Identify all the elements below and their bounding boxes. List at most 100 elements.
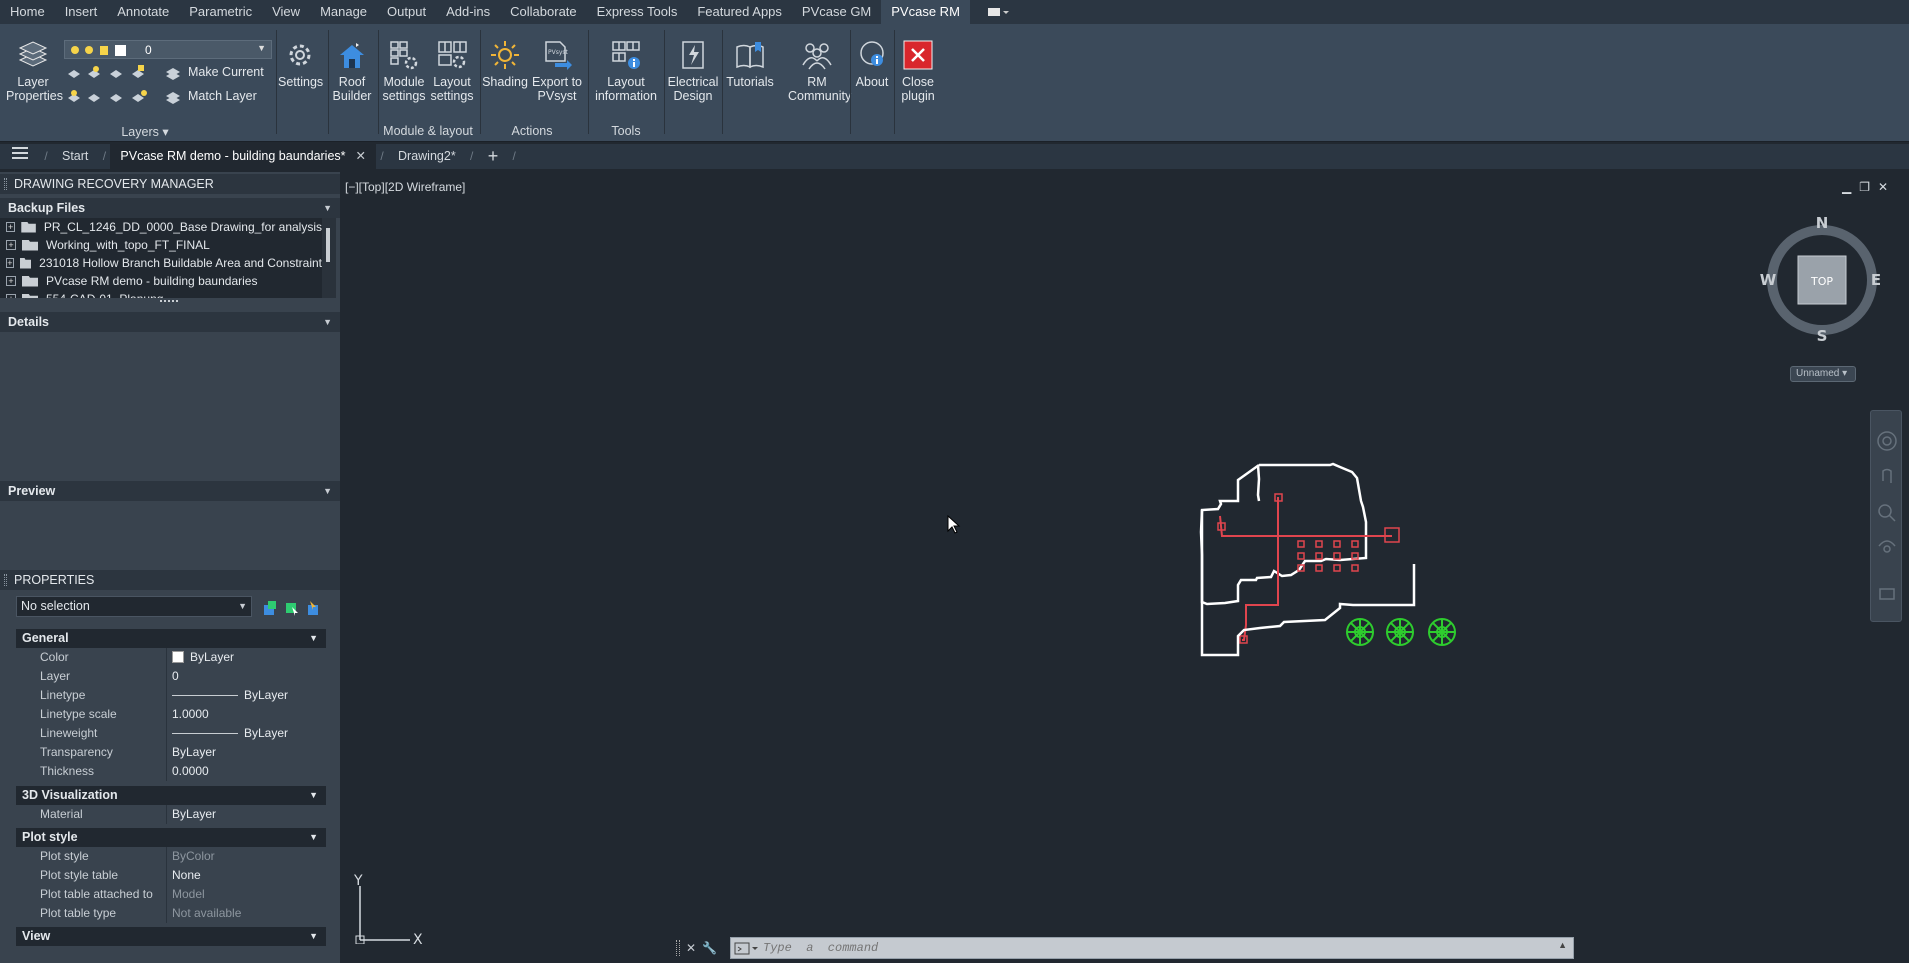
make-current-icon[interactable] bbox=[165, 64, 183, 80]
tree-item[interactable]: + PVcase RM demo - building baundaries bbox=[0, 272, 322, 290]
property-value[interactable]: Not available bbox=[168, 904, 326, 923]
minimize-icon[interactable]: ▁ bbox=[1842, 180, 1851, 194]
property-row[interactable]: Layer 0 bbox=[16, 667, 326, 686]
about-button[interactable]: About bbox=[852, 38, 892, 89]
layout-information-button[interactable]: Layout information bbox=[590, 38, 662, 103]
new-tab-plus-icon[interactable]: + bbox=[478, 144, 509, 169]
expand-icon[interactable]: + bbox=[6, 222, 16, 232]
tab-collaborate[interactable]: Collaborate bbox=[500, 0, 587, 24]
tab-parametric[interactable]: Parametric bbox=[179, 0, 262, 24]
chevron-up-icon[interactable]: ▲ bbox=[1558, 940, 1567, 950]
property-value[interactable]: Model bbox=[168, 885, 326, 904]
command-input[interactable] bbox=[763, 940, 1543, 956]
property-row[interactable]: Transparency ByLayer bbox=[16, 743, 326, 762]
expand-icon[interactable]: + bbox=[6, 258, 14, 268]
layout-settings-button[interactable]: Layout settings bbox=[428, 38, 476, 103]
viewcube[interactable]: TOP N S E W bbox=[1760, 210, 1880, 350]
backup-files-header[interactable]: Backup Files ▼ bbox=[0, 198, 340, 218]
details-header[interactable]: Details ▼ bbox=[0, 312, 340, 332]
settings-button[interactable]: Settings bbox=[278, 38, 323, 89]
property-row[interactable]: Plot style table None bbox=[16, 866, 326, 885]
property-row[interactable]: Thickness 0.0000 bbox=[16, 762, 326, 781]
tab-output[interactable]: Output bbox=[377, 0, 436, 24]
close-tab-icon[interactable]: ✕ bbox=[356, 149, 366, 163]
tree-item[interactable]: +554-CAD-01_Planung bbox=[0, 290, 322, 298]
tree-item[interactable]: + PR_CL_1246_DD_0000_Base Drawing_for ana… bbox=[0, 218, 322, 236]
shading-button[interactable]: Shading bbox=[482, 38, 528, 89]
close-icon[interactable]: ✕ bbox=[1878, 180, 1888, 194]
expand-icon[interactable]: + bbox=[6, 240, 16, 250]
navigation-tools[interactable] bbox=[1871, 411, 1903, 623]
property-row[interactable]: Plot table type Not available bbox=[16, 904, 326, 923]
layer-tool-icons-2[interactable] bbox=[66, 88, 160, 104]
layers-group-label[interactable]: Layers ▾ bbox=[100, 124, 190, 139]
electrical-design-button[interactable]: Electrical Design bbox=[666, 38, 720, 103]
splitter-grip[interactable] bbox=[160, 300, 178, 303]
property-row[interactable]: Plot style ByColor bbox=[16, 847, 326, 866]
layer-properties-button[interactable]: Layer Properties bbox=[6, 38, 63, 103]
command-history-icon[interactable] bbox=[734, 941, 760, 956]
restore-icon[interactable]: ❐ bbox=[1859, 180, 1870, 194]
make-current-button[interactable]: Make Current bbox=[188, 65, 264, 79]
tab-view[interactable]: View bbox=[262, 0, 310, 24]
layer-tool-icons[interactable] bbox=[66, 64, 160, 80]
property-row[interactable]: Linetype ByLayer bbox=[16, 686, 326, 705]
selection-dropdown[interactable]: No selection ▼ bbox=[16, 596, 252, 617]
drag-grip-icon[interactable] bbox=[676, 940, 680, 956]
drag-grip-icon[interactable] bbox=[4, 574, 7, 586]
tab-active-drawing[interactable]: PVcase RM demo - building baundaries* ✕ bbox=[110, 144, 377, 169]
module-settings-button[interactable]: Module settings bbox=[380, 38, 428, 103]
close-command-line-icon[interactable]: ✕ bbox=[686, 941, 696, 955]
tree-item[interactable]: + Working_with_topo_FT_FINAL bbox=[0, 236, 322, 254]
tree-item[interactable]: +231018 Hollow Branch Buildable Area and… bbox=[0, 254, 322, 272]
property-value[interactable]: ByColor bbox=[168, 847, 326, 866]
property-value[interactable]: 0 bbox=[168, 667, 326, 686]
layer-dropdown[interactable]: 0 ▼ bbox=[64, 40, 272, 59]
tab-drawing2[interactable]: Drawing2* bbox=[388, 144, 466, 169]
general-group[interactable]: General ▼ bbox=[16, 629, 326, 648]
property-value[interactable]: ByLayer bbox=[168, 743, 326, 762]
plot-style-group[interactable]: Plot style ▼ bbox=[16, 828, 326, 847]
drawing-canvas[interactable] bbox=[340, 172, 1909, 963]
property-row[interactable]: Color ByLayer bbox=[16, 648, 326, 667]
tab-add-ins[interactable]: Add-ins bbox=[436, 0, 500, 24]
property-value[interactable]: ByLayer bbox=[168, 686, 326, 705]
property-value[interactable]: ByLayer bbox=[168, 805, 326, 824]
tab-express-tools[interactable]: Express Tools bbox=[587, 0, 688, 24]
tab-annotate[interactable]: Annotate bbox=[107, 0, 179, 24]
ucs-menu[interactable]: Unnamed ▾ bbox=[1790, 366, 1856, 382]
property-value[interactable]: ByLayer bbox=[168, 648, 326, 667]
tab-featured-apps[interactable]: Featured Apps bbox=[687, 0, 792, 24]
expand-icon[interactable]: + bbox=[6, 276, 16, 286]
expand-icon[interactable]: + bbox=[6, 294, 16, 298]
workspace-toggle-icon[interactable] bbox=[984, 4, 1012, 20]
tab-manage[interactable]: Manage bbox=[310, 0, 377, 24]
match-layer-button[interactable]: Match Layer bbox=[188, 89, 257, 103]
command-line[interactable]: ▲ bbox=[730, 937, 1574, 959]
property-value[interactable]: 1.0000 bbox=[168, 705, 326, 724]
preview-header[interactable]: Preview ▼ bbox=[0, 481, 340, 501]
visualization-group[interactable]: 3D Visualization ▼ bbox=[16, 786, 326, 805]
match-layer-icon[interactable] bbox=[165, 88, 183, 104]
close-plugin-button[interactable]: Close plugin bbox=[896, 38, 940, 103]
tab-insert[interactable]: Insert bbox=[55, 0, 108, 24]
tab-pvcase-gm[interactable]: PVcase GM bbox=[792, 0, 881, 24]
viewport-controls-label[interactable]: [−][Top][2D Wireframe] bbox=[345, 180, 465, 194]
tutorials-button[interactable]: Tutorials bbox=[724, 38, 776, 89]
building-drawing[interactable] bbox=[1180, 450, 1480, 670]
property-value[interactable]: ByLayer bbox=[168, 724, 326, 743]
property-row[interactable]: Plot table attached to Model bbox=[16, 885, 326, 904]
property-value[interactable]: None bbox=[168, 866, 326, 885]
tab-home[interactable]: Home bbox=[0, 0, 55, 24]
rm-community-button[interactable]: RM Community bbox=[788, 38, 851, 103]
roof-builder-button[interactable]: Roof Builder bbox=[330, 38, 374, 103]
property-row[interactable]: Linetype scale 1.0000 bbox=[16, 705, 326, 724]
property-row[interactable]: Lineweight ByLayer bbox=[16, 724, 326, 743]
tab-start[interactable]: Start bbox=[52, 144, 98, 169]
drag-grip-icon[interactable] bbox=[4, 178, 7, 190]
tab-pvcase-rm[interactable]: PVcase RM bbox=[881, 0, 970, 24]
export-pvsyst-button[interactable]: PVsyst Export to PVsyst bbox=[528, 38, 586, 103]
property-row[interactable]: Material ByLayer bbox=[16, 805, 326, 824]
tree-scrollbar[interactable] bbox=[322, 218, 336, 298]
application-menu-icon[interactable] bbox=[0, 144, 40, 169]
